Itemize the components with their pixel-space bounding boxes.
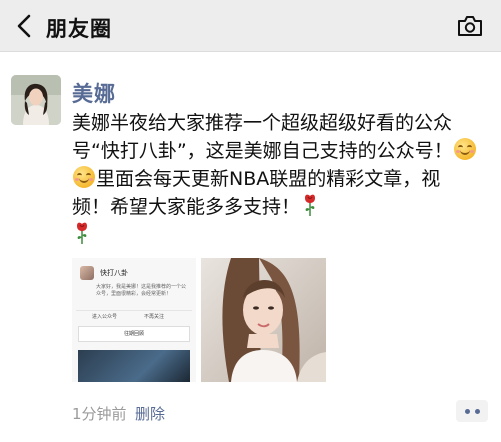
post-text: 美娜半夜给大家推荐一个超级超级好看的公众号“快打八卦”，这是美娜自己支持的公众号… (72, 109, 477, 249)
mini-action-right: 不再关注 (144, 314, 165, 320)
camera-button[interactable] (453, 10, 487, 42)
mini-button: 往期回顾 (78, 326, 190, 342)
moments-post: 美娜 美娜半夜给大家推荐一个超级超级好看的公众号“快打八卦”，这是美娜自己支持的… (0, 53, 501, 442)
delete-link[interactable]: 删除 (135, 403, 165, 424)
smile-emoji-icon (453, 138, 476, 160)
camera-icon (458, 16, 482, 36)
mini-header: 快打八卦 (80, 266, 128, 280)
navigation-bar: 朋友圈 (0, 0, 501, 52)
mini-divider (76, 310, 192, 311)
selfie-photo[interactable] (201, 258, 326, 382)
mini-article-card (78, 350, 190, 382)
avatar[interactable] (11, 75, 61, 125)
back-button[interactable] (6, 8, 42, 44)
more-actions-button[interactable] (456, 400, 488, 422)
post-timestamp: 1分钟前 (72, 405, 127, 423)
post-text-part2: 里面会每天更新NBA联盟的精彩文章，视频！希望大家能多多支持！ (72, 168, 441, 218)
mini-action-left: 进入公众号 (92, 314, 118, 320)
wechat-account-screenshot[interactable]: 快打八卦 大家好，我是美娜！这是我推荐的一个公众号，里面很精彩，会经常更新！ 进… (72, 258, 196, 382)
more-dots-icon (474, 408, 480, 414)
mini-description: 大家好，我是美娜！这是我推荐的一个公众号，里面很精彩，会经常更新！ (96, 284, 187, 297)
chevron-left-icon (17, 14, 31, 38)
mini-avatar (80, 266, 94, 280)
more-dots-icon (464, 408, 470, 414)
rose-emoji-icon (77, 222, 87, 244)
author-name[interactable]: 美娜 (72, 78, 116, 108)
rose-emoji-icon (305, 194, 316, 216)
mini-account-name: 快打八卦 (100, 269, 128, 277)
post-text-part1: 美娜半夜给大家推荐一个超级超级好看的公众号“快打八卦”，这是美娜自己支持的公众号… (72, 112, 453, 162)
smile-emoji-icon (73, 166, 95, 188)
page-title: 朋友圈 (46, 17, 112, 41)
